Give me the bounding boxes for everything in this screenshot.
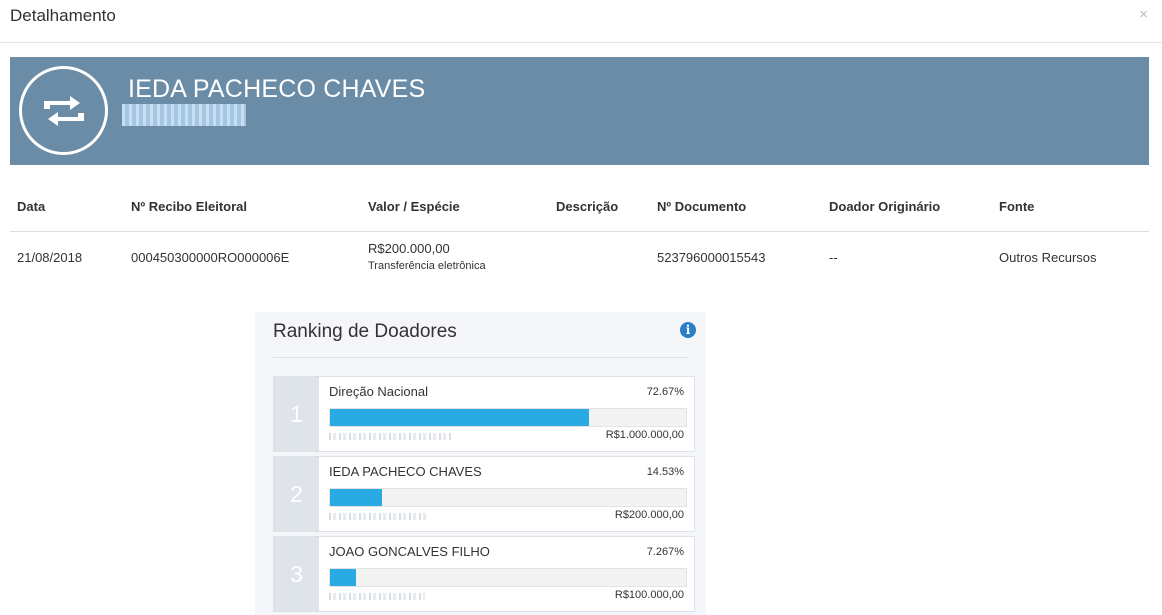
modal-header: Detalhamento × (0, 0, 1162, 43)
rank-number: 3 (274, 537, 319, 611)
progress-fill (330, 569, 356, 586)
cell-valor: R$200.000,00 (368, 241, 450, 256)
donor-percent: 7.267% (646, 546, 684, 558)
progress-fill (330, 409, 589, 426)
redacted-document-id (329, 513, 429, 520)
donor-amount: R$200.000,00 (614, 509, 684, 521)
modal-title: Detalhamento (10, 6, 116, 25)
progress-bar (329, 408, 687, 427)
donor-name-title: IEDA PACHECO CHAVES (128, 75, 426, 103)
close-icon[interactable]: × (1139, 6, 1148, 23)
col-valor: Valor / Espécie (368, 199, 460, 214)
table-header: Data Nº Recibo Eleitoral Valor / Espécie… (10, 185, 1149, 232)
col-doador-originario: Doador Originário (829, 199, 941, 214)
info-icon[interactable]: i (680, 322, 696, 338)
cell-fonte: Outros Recursos (999, 250, 1097, 265)
donor-percent: 72.67% (646, 386, 684, 398)
col-descricao: Descrição (556, 199, 619, 214)
transfer-arrows-icon (19, 66, 108, 155)
ranking-panel: Ranking de Doadores i 1 Direção Nacional… (255, 312, 706, 615)
ranking-card: 1 Direção Nacional 72.67% R$1.000.000,00 (273, 376, 695, 452)
redacted-document-id (122, 104, 246, 126)
donor-name: Direção Nacional (329, 384, 428, 399)
col-fonte: Fonte (999, 199, 1035, 214)
progress-fill (330, 489, 382, 506)
divider (273, 357, 688, 358)
col-documento: Nº Documento (657, 199, 747, 214)
rank-number: 2 (274, 457, 319, 531)
progress-bar (329, 568, 687, 587)
cell-documento: 523796000015543 (657, 250, 766, 265)
ranking-card: 3 JOAO GONCALVES FILHO 7.267% R$100.000,… (273, 536, 695, 612)
col-data: Data (17, 199, 46, 214)
cell-recibo: 000450300000RO000006E (131, 250, 290, 265)
redacted-document-id (329, 593, 425, 600)
cell-especie: Transferência eletrônica (368, 260, 486, 272)
rank-number: 1 (274, 377, 319, 451)
donor-amount: R$100.000,00 (614, 589, 684, 601)
donor-name: IEDA PACHECO CHAVES (329, 464, 482, 479)
donor-amount: R$1.000.000,00 (605, 429, 684, 441)
redacted-document-id (329, 433, 451, 440)
progress-bar (329, 488, 687, 507)
donor-name: JOAO GONCALVES FILHO (329, 544, 490, 559)
donor-percent: 14.53% (646, 466, 684, 478)
ranking-card: 2 IEDA PACHECO CHAVES 14.53% R$200.000,0… (273, 456, 695, 532)
donor-banner: IEDA PACHECO CHAVES (10, 57, 1149, 165)
ranking-title: Ranking de Doadores (273, 321, 457, 342)
cell-doador-originario: -- (829, 250, 838, 265)
col-recibo: Nº Recibo Eleitoral (131, 199, 247, 214)
cell-data: 21/08/2018 (17, 250, 83, 265)
